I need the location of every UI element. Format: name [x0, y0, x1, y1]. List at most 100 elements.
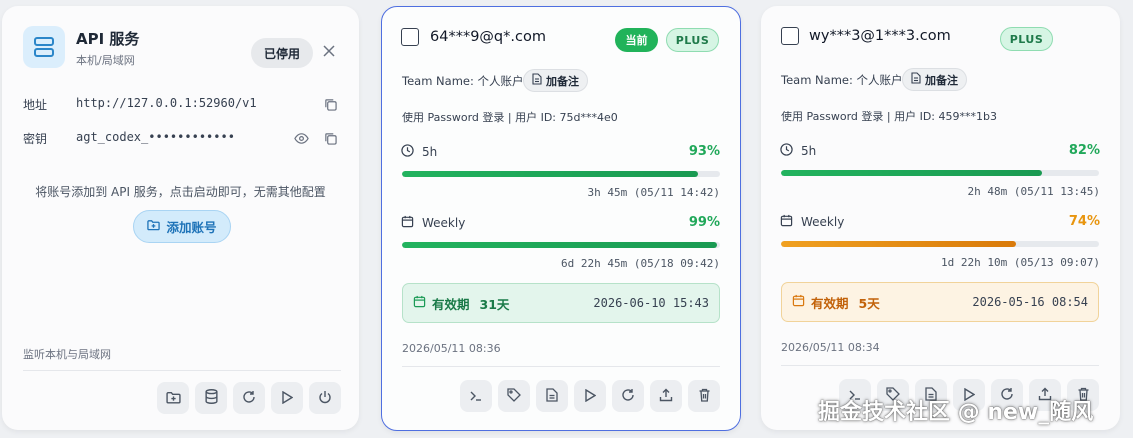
calendar-icon [792, 294, 805, 310]
upload-icon [659, 387, 673, 406]
add-note-button[interactable]: 加备注 [523, 69, 588, 92]
play-icon [584, 387, 597, 406]
usage-5h-reset: 3h 45m (05/11 14:42) [587, 186, 720, 199]
usage-label-text: 5h [422, 145, 438, 159]
expiry-label-text: 有效期 [432, 296, 470, 312]
close-icon[interactable] [320, 42, 338, 60]
api-subtitle: 本机/局域网 [76, 54, 135, 67]
add-note-label: 加备注 [546, 74, 579, 88]
add-account-label: 添加账号 [166, 220, 217, 235]
usage-weekly-reset: 1d 22h 10m (05/13 09:07) [941, 256, 1100, 269]
expiry-label: 有效期 5天 [792, 293, 880, 312]
usage-5h-label: 5h [780, 143, 816, 159]
expiry-date: 2026-05-16 08:54 [972, 295, 1088, 309]
team-name: Team Name: 个人账户 [402, 74, 524, 88]
export-button[interactable] [650, 380, 682, 412]
current-badge: 当前 [615, 28, 658, 52]
select-checkbox[interactable] [781, 27, 799, 45]
usage-5h-bar-fill [402, 171, 698, 177]
usage-weekly-percent: 74% [1068, 214, 1100, 229]
delete-button[interactable] [688, 380, 720, 412]
key-value: agt_codex_•••••••••••• [76, 130, 235, 144]
server-icon [23, 26, 65, 68]
created-time: 2026/05/11 08:36 [402, 342, 501, 355]
divider [402, 366, 720, 367]
address-value: http://127.0.0.1:52960/v1 [76, 96, 257, 110]
usage-weekly-bar [781, 241, 1099, 247]
add-note-label: 加备注 [925, 73, 958, 87]
expiry-label: 有效期 31天 [413, 294, 509, 313]
clock-icon [401, 144, 414, 160]
service-status-button[interactable]: 已停用 [251, 38, 313, 68]
copy-address-icon[interactable] [322, 96, 338, 112]
created-time: 2026/05/11 08:34 [781, 341, 880, 354]
account-email: 64***9@q*.com [430, 29, 546, 45]
plan-badge: PLUS [1000, 27, 1053, 51]
terminal-button[interactable] [460, 380, 492, 412]
usage-5h-percent: 82% [1068, 143, 1100, 158]
usage-weekly-bar-fill [781, 241, 1017, 247]
power-icon [318, 389, 332, 408]
usage-label-text: Weekly [422, 216, 466, 230]
expiry-box: 有效期 5天 2026-05-16 08:54 [781, 282, 1099, 322]
database-icon [204, 388, 218, 408]
add-account-button[interactable]: 添加账号 [133, 210, 231, 243]
refresh-icon [242, 389, 256, 408]
usage-weekly-bar-fill [402, 242, 717, 248]
document-icon [546, 387, 558, 406]
calendar-icon [780, 214, 793, 230]
folder-plus-icon [147, 219, 161, 234]
play-icon [281, 389, 294, 408]
eye-icon[interactable] [293, 130, 309, 146]
note-icon [911, 72, 921, 87]
tag-button[interactable] [498, 380, 530, 412]
terminal-icon [469, 387, 483, 406]
usage-5h-percent: 93% [688, 144, 720, 159]
api-service-card: API 服务 本机/局域网 已停用 地址 http://127.0.0.1:52… [2, 6, 359, 430]
folder-plus-icon [165, 389, 181, 408]
plan-badge: PLUS [666, 28, 719, 52]
usage-5h-bar [402, 171, 720, 177]
power-button[interactable] [309, 382, 341, 414]
calendar-icon [401, 215, 414, 231]
api-title: API 服务 [76, 30, 140, 48]
expiry-label-text: 有效期 [811, 295, 849, 311]
divider [23, 370, 341, 371]
usage-5h-bar-fill [781, 170, 1042, 176]
import-folder-button[interactable] [157, 382, 189, 414]
usage-5h-label: 5h [401, 144, 437, 160]
database-button[interactable] [195, 382, 227, 414]
document-button[interactable] [536, 380, 568, 412]
note-icon [532, 73, 542, 88]
team-name: Team Name: 个人账户 [781, 73, 903, 87]
account-card[interactable]: wy***3@1***3.com PLUS Team Name: 个人账户 加备… [761, 6, 1120, 430]
usage-weekly-label: Weekly [401, 215, 465, 231]
trash-icon [698, 387, 711, 406]
refresh-button[interactable] [612, 380, 644, 412]
watermark-text: 掘金技术社区 @ new_随风 [818, 400, 1094, 425]
usage-label-text: Weekly [801, 215, 845, 229]
calendar-icon [413, 295, 426, 311]
expiry-box: 有效期 31天 2026-06-10 15:43 [402, 283, 720, 323]
login-info: 使用 Password 登录 | 用户 ID: 459***1b3 [781, 110, 997, 123]
listen-note: 监听本机与局域网 [23, 348, 111, 361]
play-button[interactable] [574, 380, 606, 412]
expiry-date: 2026-06-10 15:43 [593, 296, 709, 310]
refresh-button[interactable] [233, 382, 265, 414]
usage-weekly-percent: 99% [688, 215, 720, 230]
usage-label-text: 5h [801, 144, 817, 158]
copy-key-icon[interactable] [322, 130, 338, 146]
account-card[interactable]: 64***9@q*.com 当前 PLUS Team Name: 个人账户 加备… [381, 6, 741, 431]
account-email: wy***3@1***3.com [809, 28, 951, 44]
expiry-days: 5天 [858, 295, 880, 311]
usage-weekly-bar [402, 242, 720, 248]
start-button[interactable] [271, 382, 303, 414]
add-note-button[interactable]: 加备注 [902, 68, 967, 91]
tag-icon [507, 387, 521, 406]
usage-weekly-label: Weekly [780, 214, 844, 230]
key-label: 密钥 [23, 132, 48, 146]
select-checkbox[interactable] [401, 28, 419, 46]
api-hint-text: 将账号添加到 API 服务，点击启动即可，无需其他配置 [35, 185, 326, 199]
address-label: 地址 [23, 98, 48, 112]
usage-weekly-reset: 6d 22h 45m (05/18 09:42) [561, 257, 720, 270]
